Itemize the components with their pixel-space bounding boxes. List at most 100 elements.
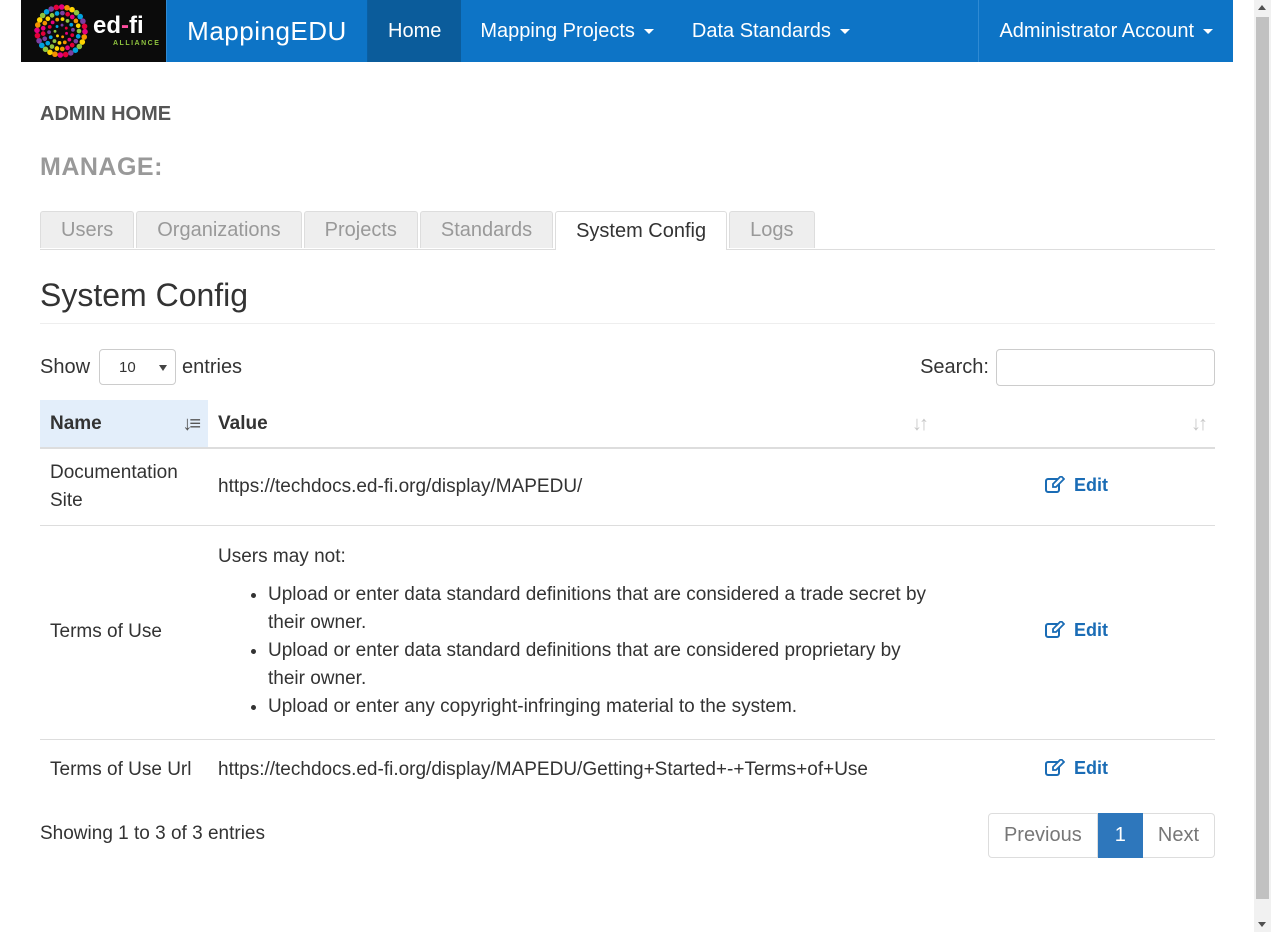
column-header-value[interactable]: Value ↓↑ bbox=[208, 400, 936, 449]
logo-dot bbox=[64, 4, 70, 11]
logo-dot bbox=[67, 37, 72, 42]
logo-dot bbox=[47, 30, 51, 35]
section-title: System Config bbox=[40, 277, 249, 313]
app-brand[interactable]: MappingEDU bbox=[166, 0, 368, 62]
page-1-button[interactable]: 1 bbox=[1097, 813, 1143, 858]
logo-dot bbox=[60, 23, 64, 27]
table-info: Showing 1 to 3 of 3 entries bbox=[40, 823, 265, 844]
logo-dot bbox=[82, 28, 88, 35]
logo-dot bbox=[34, 22, 41, 28]
edit-label: Edit bbox=[1074, 758, 1108, 779]
logo-dot bbox=[69, 42, 75, 48]
pagination: Previous 1 Next bbox=[987, 813, 1215, 858]
list-item: Upload or enter data standard definition… bbox=[268, 637, 926, 693]
cell-action: Edit bbox=[936, 448, 1215, 525]
logo-dot bbox=[53, 29, 57, 33]
sort-icon: ↓↑ bbox=[912, 413, 929, 435]
nav-account-label: Administrator Account bbox=[999, 19, 1194, 42]
logo-dot bbox=[65, 45, 70, 51]
tab-logs[interactable]: Logs bbox=[729, 211, 815, 248]
tab-organizations[interactable]: Organizations bbox=[136, 211, 302, 248]
logo-dot bbox=[40, 25, 46, 31]
logo-dot bbox=[61, 35, 65, 39]
nav-data-standards-label: Data Standards bbox=[691, 19, 831, 42]
logo-dot bbox=[81, 23, 88, 30]
edit-button[interactable]: Edit bbox=[1045, 471, 1108, 499]
column-header-name[interactable]: Name ↓≡ bbox=[40, 400, 208, 449]
tab-users[interactable]: Users bbox=[40, 211, 135, 248]
scroll-down-icon[interactable] bbox=[1258, 922, 1266, 927]
search-input[interactable] bbox=[996, 349, 1215, 386]
logo-dot bbox=[49, 44, 55, 49]
logo-dot bbox=[48, 6, 55, 12]
logo-dot bbox=[42, 20, 48, 26]
logo-dot bbox=[45, 16, 51, 22]
logo-dot bbox=[65, 31, 68, 35]
tab-standards[interactable]: Standards bbox=[419, 211, 554, 248]
caret-down-icon bbox=[643, 28, 654, 34]
logo-dot bbox=[69, 22, 74, 27]
previous-page-button[interactable]: Previous bbox=[987, 813, 1098, 858]
logo-dot bbox=[56, 34, 59, 38]
sort-icon: ↓↑ bbox=[1191, 413, 1208, 435]
table-row: Documentation Site https://techdocs.ed-f… bbox=[40, 448, 1215, 525]
logo-dot bbox=[49, 13, 55, 18]
logo-dot bbox=[54, 46, 60, 51]
top-navbar: ed-fi ALLIANCE MappingEDU Home Mapping P… bbox=[21, 0, 1233, 62]
logo-dot bbox=[73, 18, 79, 24]
caret-down-icon bbox=[839, 28, 850, 34]
admin-tabs: Users Organizations Projects Standards S… bbox=[40, 211, 1215, 250]
logo-dot bbox=[53, 4, 60, 11]
nav-data-standards[interactable]: Data Standards bbox=[673, 0, 869, 62]
logo-dot bbox=[75, 23, 81, 29]
scroll-up-icon[interactable] bbox=[1258, 5, 1266, 10]
cell-value: https://techdocs.ed-fi.org/display/MAPED… bbox=[218, 475, 583, 497]
edit-button[interactable]: Edit bbox=[1045, 616, 1108, 644]
caret-down-icon bbox=[1203, 28, 1213, 34]
logo-dot bbox=[48, 35, 53, 40]
logo-burst-icon bbox=[34, 4, 88, 58]
logo-dot bbox=[36, 37, 42, 44]
logo-dot bbox=[55, 25, 59, 28]
next-page-button[interactable]: Next bbox=[1142, 813, 1215, 858]
logo-dot bbox=[34, 27, 40, 34]
edit-button[interactable]: Edit bbox=[1045, 754, 1108, 782]
tab-system-config[interactable]: System Config bbox=[555, 211, 728, 250]
logo-dot bbox=[81, 34, 88, 40]
logo-dot bbox=[52, 39, 57, 43]
nav-mapping-projects[interactable]: Mapping Projects bbox=[461, 0, 673, 62]
nav-home-label: Home bbox=[388, 19, 442, 42]
title-divider bbox=[40, 323, 1215, 324]
list-item: Upload or enter any copyright-infringing… bbox=[268, 693, 926, 721]
nav-account-menu[interactable]: Administrator Account bbox=[978, 0, 1233, 62]
search-control: Search: bbox=[920, 349, 1215, 386]
logo-dot bbox=[47, 24, 52, 29]
tab-projects[interactable]: Projects bbox=[303, 211, 418, 248]
entries-length-control: Show 10 entries bbox=[40, 349, 242, 385]
cell-value: Users may not: Upload or enter data stan… bbox=[208, 524, 936, 739]
cell-name: Terms of Use bbox=[40, 524, 208, 739]
cell-value: https://techdocs.ed-fi.org/display/MAPED… bbox=[208, 738, 936, 801]
logo-dot bbox=[57, 41, 62, 45]
cell-name: Terms of Use Url bbox=[40, 738, 208, 801]
logo-dot bbox=[34, 32, 41, 39]
edit-icon bbox=[1045, 759, 1065, 777]
scroll-thumb[interactable] bbox=[1256, 17, 1269, 899]
logo-dot bbox=[64, 26, 68, 30]
logo-dot bbox=[65, 11, 70, 17]
logo-dot bbox=[50, 20, 55, 25]
logo-dot bbox=[60, 17, 65, 21]
cell-action: Edit bbox=[936, 524, 1215, 739]
column-header-actions[interactable]: ↓↑ bbox=[936, 400, 1215, 449]
entries-select[interactable]: 10 bbox=[99, 349, 177, 385]
manage-heading: MANAGE: bbox=[40, 153, 163, 181]
list-item: Upload or enter data standard definition… bbox=[268, 581, 926, 637]
logo-dot bbox=[62, 40, 67, 45]
logo-dot bbox=[73, 38, 79, 44]
nav-home[interactable]: Home bbox=[368, 0, 462, 62]
logo-dot bbox=[57, 52, 64, 58]
ed-fi-logo[interactable]: ed-fi ALLIANCE bbox=[21, 0, 166, 62]
vertical-scrollbar[interactable] bbox=[1254, 0, 1271, 932]
logo-dot bbox=[59, 46, 65, 52]
